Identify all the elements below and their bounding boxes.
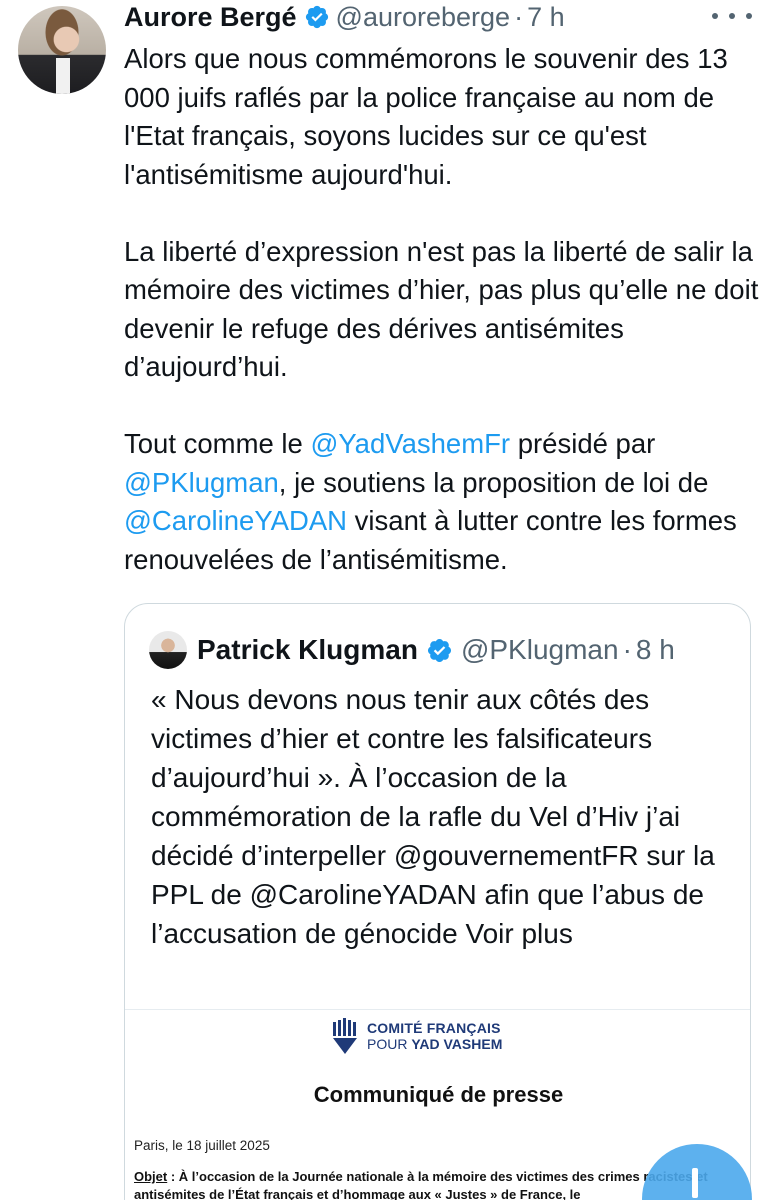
tweet-text: Alors que nous commémorons le souvenir d… (124, 40, 759, 579)
document-title: Communiqué de presse (313, 1082, 564, 1107)
quoted-tweet-card[interactable]: Patrick Klugman @PKlugman · 8 h « Nous d… (124, 603, 751, 1200)
time-separator: · (622, 634, 632, 665)
tweet-paragraph-3: Tout comme le @YadVashemFr présidé par @… (124, 425, 759, 579)
yad-vashem-logo-icon (333, 1018, 357, 1054)
mention-carolineyadan[interactable]: @CarolineYADAN (124, 505, 347, 536)
verified-badge-icon (427, 638, 451, 662)
compose-icon (692, 1168, 698, 1198)
quoted-author-avatar[interactable] (149, 631, 187, 669)
yad-vashem-logo: COMITÉ FRANÇAIS POUR YAD VASHEM (331, 1016, 502, 1056)
author-avatar[interactable] (18, 6, 106, 94)
logo-line-2: POUR YAD VASHEM (367, 1036, 502, 1052)
mention-pklugman[interactable]: @PKlugman (124, 467, 279, 498)
time-separator: · (514, 1, 524, 32)
objet-text: : À l’occasion de la Journée nationale à… (134, 1169, 708, 1200)
objet-label: Objet (134, 1169, 168, 1184)
tweet-paragraph-1: Alors que nous commémorons le souvenir d… (124, 43, 728, 190)
quoted-tweet-time[interactable]: 8 h (636, 634, 675, 666)
quoted-tweet-text: « Nous devons nous tenir aux côtés des v… (151, 684, 715, 949)
logo-text: POUR (367, 1036, 412, 1052)
quoted-author-name[interactable]: Patrick Klugman (197, 634, 418, 666)
tweet-header: Aurore Bergé @auroreberge · 7 h (124, 0, 565, 34)
logo-text-bold: YAD VASHEM (411, 1036, 503, 1052)
logo-line-1: COMITÉ FRANÇAIS (367, 1020, 501, 1036)
document-date: Paris, le 18 juillet 2025 (134, 1138, 270, 1153)
text-span: présidé par (510, 428, 656, 459)
text-span: Tout comme le (124, 428, 311, 459)
text-span: , je soutiens la proposition de loi de (278, 466, 709, 498)
more-options-icon[interactable] (712, 4, 752, 28)
author-handle[interactable]: @auroreberge (336, 2, 511, 33)
verified-badge-icon (305, 5, 328, 29)
quoted-tweet-header: Patrick Klugman @PKlugman · 8 h (149, 630, 675, 670)
tweet-time[interactable]: 7 h (527, 2, 565, 33)
mention-yadvashemfr[interactable]: @YadVashemFr (310, 428, 510, 459)
quoted-author-handle[interactable]: @PKlugman (461, 634, 619, 666)
tweet-paragraph-2: La liberté d’expression n'est pas la lib… (124, 235, 759, 383)
author-name[interactable]: Aurore Bergé (124, 2, 297, 33)
